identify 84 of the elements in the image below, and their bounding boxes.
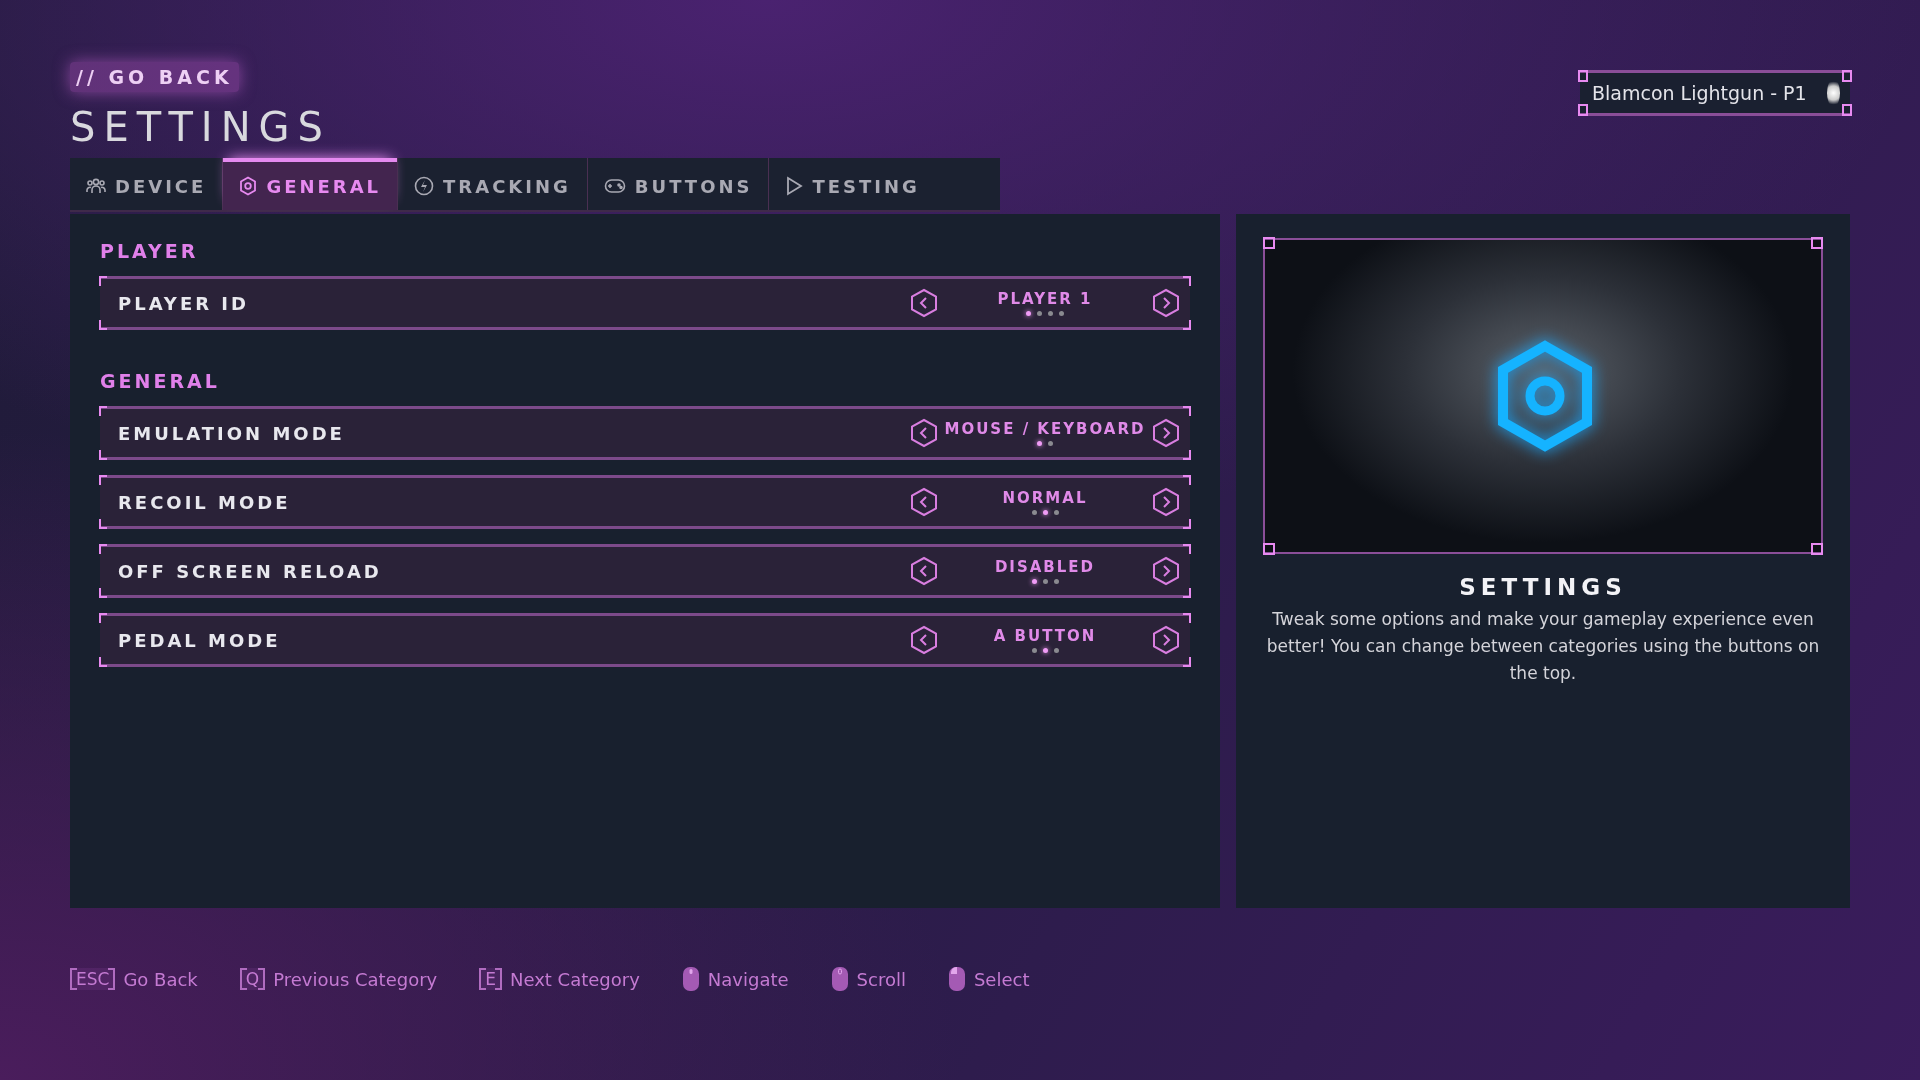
corner-bracket [99, 544, 107, 554]
next-arrow-button[interactable] [1152, 288, 1180, 318]
corner-bracket [99, 588, 107, 598]
section-heading: PLAYER [100, 240, 200, 262]
next-arrow-button[interactable] [1152, 625, 1180, 655]
setting-value: A BUTTON [993, 627, 1097, 645]
people-icon [86, 177, 106, 195]
info-description: Tweak some options and make your gameplay experience even better! You can change between categories using the buttons on the top. [1265, 608, 1821, 685]
corner-bracket [99, 475, 107, 485]
corner-bracket [99, 406, 107, 416]
corner-bracket [1811, 543, 1823, 555]
hint-label: Previous Category [273, 968, 438, 990]
section-heading: GENERAL [100, 370, 221, 392]
corner-bracket [1183, 613, 1191, 623]
corner-bracket [99, 320, 107, 330]
hint-label: Scroll [856, 968, 906, 990]
corner-bracket [1842, 104, 1852, 116]
next-arrow-button[interactable] [1152, 418, 1180, 448]
setting-row[interactable]: OFF SCREEN RELOAD DISABLED [100, 544, 1190, 598]
page-title: SETTINGS [70, 104, 331, 150]
previous-arrow-button[interactable] [910, 487, 938, 517]
corner-bracket [99, 276, 107, 286]
tab[interactable]: BUTTONS [587, 158, 769, 210]
setting-value: NORMAL [1002, 489, 1088, 507]
tab[interactable]: DEVICE [70, 158, 223, 210]
device-selector[interactable]: Blamcon Lightgun - P1 [1580, 70, 1850, 116]
corner-bracket [1183, 657, 1191, 667]
setting-label: PLAYER ID [118, 292, 250, 314]
corner-bracket [99, 519, 107, 529]
tab[interactable]: TESTING [769, 158, 936, 210]
corner-bracket [1183, 588, 1191, 598]
hint-label: Go Back [123, 968, 198, 990]
bolt-icon [414, 176, 435, 196]
key-icon: E [479, 968, 502, 990]
hexagon-icon [239, 176, 258, 196]
key-icon: Q [239, 968, 266, 990]
tab[interactable]: TRACKING [398, 158, 587, 210]
setting-value: DISABLED [994, 558, 1096, 576]
status-light-icon [1826, 79, 1840, 107]
corner-bracket [1183, 406, 1191, 416]
setting-row[interactable]: PLAYER ID PLAYER 1 [100, 276, 1190, 330]
corner-bracket [1183, 544, 1191, 554]
previous-arrow-button[interactable] [910, 288, 938, 318]
corner-bracket [1183, 276, 1191, 286]
setting-value: MOUSE / KEYBOARD [944, 420, 1146, 438]
corner-bracket [1183, 475, 1191, 485]
hint-label: Next Category [509, 968, 640, 990]
mouse-icon [681, 966, 700, 992]
previous-arrow-button[interactable] [910, 418, 938, 448]
corner-bracket [1263, 543, 1275, 555]
corner-bracket [99, 450, 107, 460]
next-arrow-button[interactable] [1152, 556, 1180, 586]
hint-label: Select [973, 968, 1030, 990]
corner-bracket [1578, 104, 1588, 116]
setting-label: OFF SCREEN RELOAD [118, 560, 383, 582]
corner-bracket [99, 613, 107, 623]
play-icon [785, 176, 804, 196]
corner-bracket [99, 657, 107, 667]
next-arrow-button[interactable] [1152, 487, 1180, 517]
key-icon: ESC [70, 968, 116, 990]
setting-label: PEDAL MODE [118, 629, 282, 651]
info-title: SETTINGS [1459, 574, 1627, 600]
mouse-icon [947, 966, 966, 992]
hexagon-icon [1495, 340, 1595, 452]
setting-row[interactable]: PEDAL MODE A BUTTON [100, 613, 1190, 667]
previous-arrow-button[interactable] [910, 556, 938, 586]
corner-bracket [1183, 320, 1191, 330]
corner-bracket [1183, 450, 1191, 460]
hint-label: Navigate [707, 968, 789, 990]
corner-bracket [1263, 237, 1275, 249]
gamepad-icon [603, 178, 626, 194]
setting-value: PLAYER 1 [997, 290, 1093, 308]
mouse-icon [830, 966, 849, 992]
tab[interactable]: GENERAL [223, 158, 398, 210]
setting-row[interactable]: RECOIL MODE NORMAL [100, 475, 1190, 529]
corner-bracket [1842, 70, 1852, 82]
corner-bracket [1183, 519, 1191, 529]
setting-row[interactable]: EMULATION MODE MOUSE / KEYBOARD [100, 406, 1190, 460]
go-back-link[interactable]: // GO BACK [70, 62, 239, 92]
corner-bracket [1811, 237, 1823, 249]
setting-label: RECOIL MODE [118, 491, 292, 513]
previous-arrow-button[interactable] [910, 625, 938, 655]
corner-bracket [1578, 70, 1588, 82]
setting-label: EMULATION MODE [118, 422, 346, 444]
